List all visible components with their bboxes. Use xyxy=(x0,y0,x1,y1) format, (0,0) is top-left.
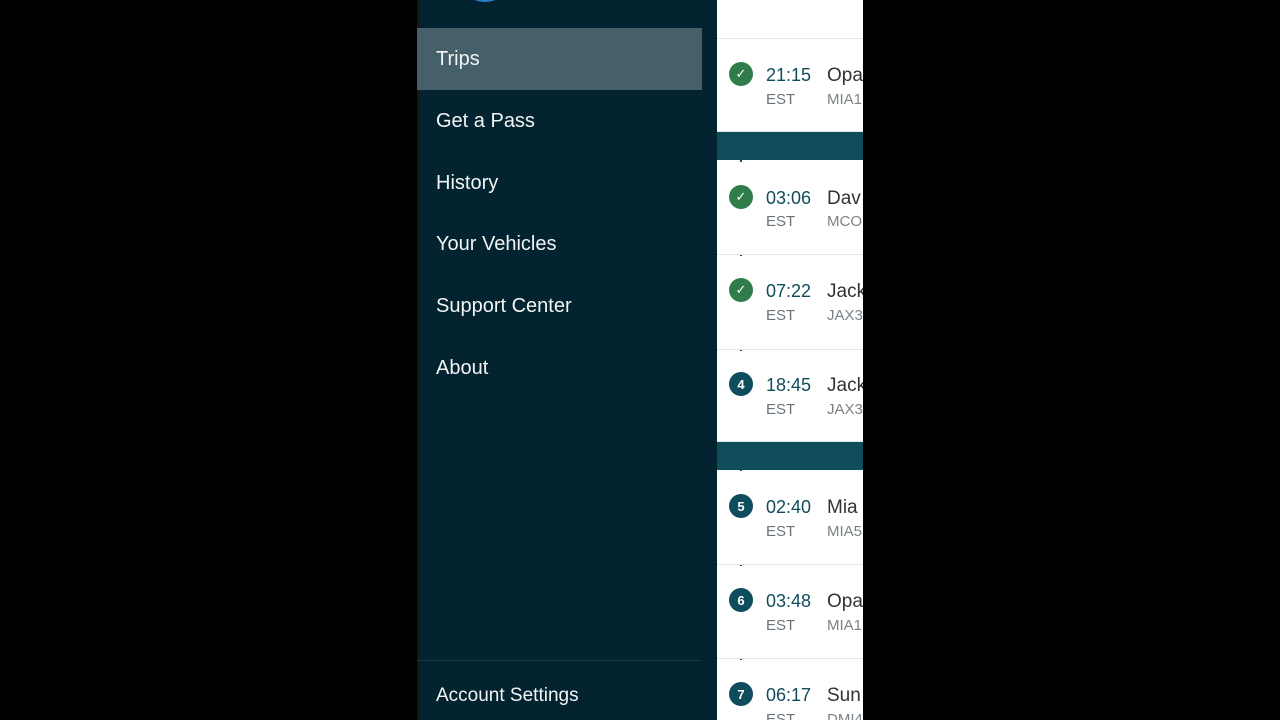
trip-number-badge: 7 xyxy=(729,682,753,706)
day-section-header xyxy=(717,442,863,470)
app-screen: ✓ 21:15 EST Opa MIA1 ✓ 03:06 EST Dav MCO… xyxy=(417,0,863,720)
trip-timezone: EST xyxy=(766,617,796,634)
trip-number-badge: 4 xyxy=(729,372,753,396)
trip-code: MIA1 xyxy=(827,617,863,634)
check-icon: ✓ xyxy=(729,278,753,302)
day-section-header xyxy=(717,132,863,160)
drawer-divider xyxy=(417,660,702,661)
trip-time: 07:22 xyxy=(766,281,812,301)
avatar-icon[interactable] xyxy=(465,0,505,2)
trip-timezone: EST xyxy=(766,213,796,230)
menu-item-your-vehicles[interactable]: Your Vehicles xyxy=(417,213,702,275)
trip-code: MIA5 xyxy=(827,523,863,540)
navigation-drawer: Trips Get a Pass History Your Vehicles S… xyxy=(417,0,717,720)
trip-number-badge: 5 xyxy=(729,494,753,518)
menu-item-support-center[interactable]: Support Center xyxy=(417,275,702,337)
trip-location: Opa xyxy=(827,65,863,86)
trip-code: DMI4 xyxy=(827,711,863,720)
trip-timezone: EST xyxy=(766,523,796,540)
trip-timezone: EST xyxy=(766,91,796,108)
trip-row[interactable]: 4 18:45 EST Jack JAX3 xyxy=(717,351,863,442)
trip-time: 18:45 xyxy=(766,375,812,395)
check-icon: ✓ xyxy=(729,185,753,209)
trip-row[interactable]: ✓ 03:06 EST Dav MCO xyxy=(717,162,863,255)
trip-time: 03:48 xyxy=(766,591,812,611)
trip-row[interactable]: 7 06:17 EST Sun DMI4 xyxy=(717,660,863,720)
trip-location: Jack xyxy=(827,375,863,396)
menu-item-history[interactable]: History xyxy=(417,152,702,214)
trip-location: Jack xyxy=(827,281,863,302)
account-settings-link[interactable]: Account Settings xyxy=(417,672,702,720)
trip-number-badge: 6 xyxy=(729,588,753,612)
check-icon: ✓ xyxy=(729,62,753,86)
trip-location: Mia xyxy=(827,497,858,518)
trip-code: MCO xyxy=(827,213,862,230)
trip-row[interactable]: ✓ 07:22 EST Jack JAX3 xyxy=(717,256,863,350)
trip-timezone: EST xyxy=(766,307,796,324)
menu-item-trips[interactable]: Trips xyxy=(417,28,702,90)
trip-code: JAX3 xyxy=(827,307,863,324)
trip-location: Dav xyxy=(827,188,861,209)
trip-timezone: EST xyxy=(766,401,796,418)
trip-time: 02:40 xyxy=(766,497,812,517)
trip-code: MIA1 xyxy=(827,91,863,108)
trip-location: Sun xyxy=(827,685,861,706)
trip-time: 06:17 xyxy=(766,685,812,705)
trip-row[interactable]: ✓ 21:15 EST Opa MIA1 xyxy=(717,40,863,132)
trip-time: 03:06 xyxy=(766,188,812,208)
trip-list: ✓ 21:15 EST Opa MIA1 ✓ 03:06 EST Dav MCO… xyxy=(717,0,863,720)
trip-timezone: EST xyxy=(766,711,796,720)
trip-time: 21:15 xyxy=(766,65,812,85)
trip-row[interactable]: 6 03:48 EST Opa MIA1 xyxy=(717,566,863,659)
menu-item-about[interactable]: About xyxy=(417,337,702,399)
list-header xyxy=(717,0,863,39)
trip-location: Opa xyxy=(827,591,863,612)
trip-code: JAX3 xyxy=(827,401,863,418)
trip-row[interactable]: 5 02:40 EST Mia MIA5 xyxy=(717,471,863,565)
menu-item-get-a-pass[interactable]: Get a Pass xyxy=(417,90,702,152)
